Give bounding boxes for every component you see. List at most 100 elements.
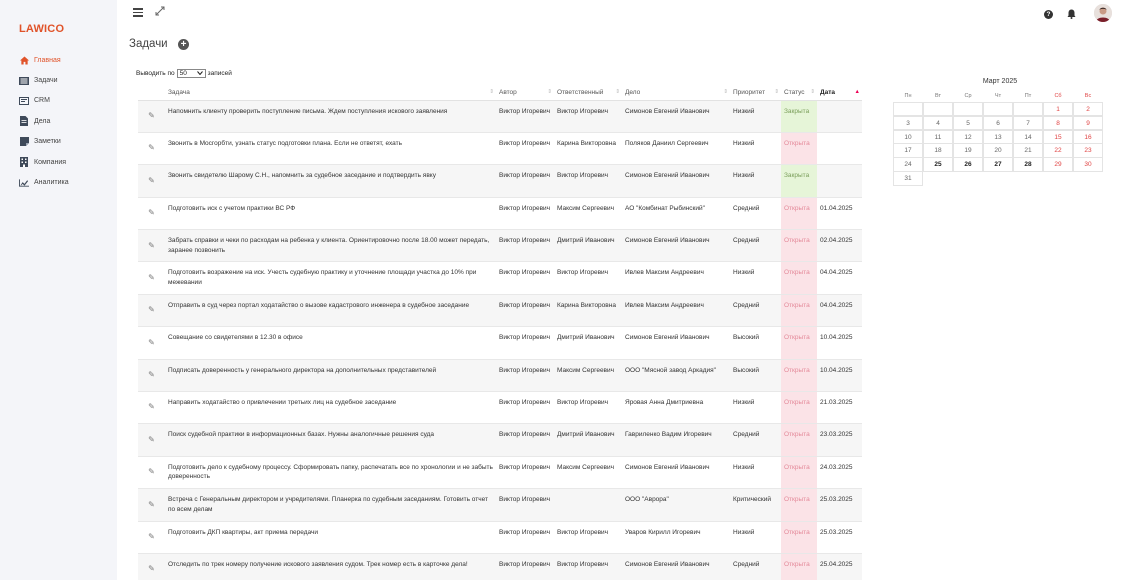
calendar-day[interactable]: 27: [982, 157, 1014, 172]
bell-icon[interactable]: [1067, 9, 1076, 22]
calendar-day[interactable]: 10: [892, 129, 924, 144]
pencil-icon[interactable]: ✎: [148, 338, 155, 348]
add-task-icon[interactable]: +: [178, 39, 189, 50]
pencil-icon[interactable]: ✎: [148, 435, 155, 445]
column-header-case[interactable]: Дело ⇕: [622, 86, 730, 101]
cell-author: Виктор Игоревич: [496, 391, 554, 425]
calendar-day[interactable]: 28: [1012, 157, 1044, 172]
pencil-icon[interactable]: ✎: [148, 176, 155, 186]
calendar-day[interactable]: 30: [1072, 157, 1104, 172]
column-header-task[interactable]: Задача ⇕: [165, 86, 496, 101]
edit-cell[interactable]: ✎: [138, 521, 165, 554]
edit-cell[interactable]: ✎: [138, 326, 165, 360]
column-header-date[interactable]: Дата ▲: [817, 86, 862, 101]
table-row[interactable]: ✎ Отправить в суд через портал ходатайств…: [138, 294, 862, 328]
calendar-day[interactable]: 8: [1042, 115, 1074, 131]
edit-cell[interactable]: ✎: [138, 100, 165, 133]
pencil-icon[interactable]: ✎: [148, 564, 155, 574]
pencil-icon[interactable]: ✎: [148, 208, 155, 218]
calendar-day[interactable]: 12: [952, 129, 984, 144]
calendar-day[interactable]: 25: [922, 157, 954, 172]
table-row[interactable]: ✎ Подготовить ДКП квартиры, акт приема пе…: [138, 521, 862, 554]
calendar-day[interactable]: 15: [1042, 129, 1074, 144]
pencil-icon[interactable]: ✎: [148, 111, 155, 121]
table-row[interactable]: ✎ Звонить свидетелю Шарому С.Н., напомнит…: [138, 164, 862, 198]
pencil-icon[interactable]: ✎: [148, 402, 155, 412]
table-row[interactable]: ✎ Забрать справки и чеки по расходам на р…: [138, 229, 862, 263]
calendar-day[interactable]: 31: [892, 171, 924, 186]
table-row[interactable]: ✎ Напомнить клиенту проверить поступление…: [138, 100, 862, 133]
table-row[interactable]: ✎ Подготовить иск с учетом практики ВС РФ…: [138, 197, 862, 231]
sidebar-item-analytics[interactable]: Аналитика: [19, 172, 69, 192]
pencil-icon[interactable]: ✎: [148, 273, 155, 283]
sidebar-item-company[interactable]: Компания: [19, 152, 69, 172]
sidebar-item-crm[interactable]: CRM: [19, 91, 69, 111]
sidebar-item-cases[interactable]: Дела: [19, 111, 69, 131]
app-logo[interactable]: LAWICO: [19, 23, 64, 35]
table-row[interactable]: ✎ Поиск судебной практики в информационны…: [138, 423, 862, 457]
calendar-day[interactable]: 18: [922, 143, 954, 158]
edit-cell[interactable]: ✎: [138, 456, 165, 490]
calendar-day[interactable]: 9: [1072, 115, 1104, 131]
calendar-day[interactable]: 4: [922, 115, 954, 131]
calendar-day[interactable]: 14: [1012, 129, 1044, 144]
help-icon[interactable]: ?: [1044, 10, 1053, 19]
column-header-status[interactable]: Статус ⇕: [781, 86, 817, 101]
calendar-day[interactable]: 20: [982, 143, 1014, 158]
sidebar-item-notes[interactable]: Заметки: [19, 132, 69, 152]
pencil-icon[interactable]: ✎: [148, 500, 155, 510]
column-header-priority[interactable]: Приоритет ⇕: [730, 86, 781, 101]
calendar-day[interactable]: 19: [952, 143, 984, 158]
avatar[interactable]: [1094, 4, 1112, 22]
calendar-day[interactable]: 2: [1072, 101, 1104, 117]
calendar-day[interactable]: 13: [982, 129, 1014, 144]
calendar-day[interactable]: 7: [1012, 115, 1044, 131]
calendar-day[interactable]: 29: [1042, 157, 1074, 172]
edit-cell[interactable]: ✎: [138, 553, 165, 580]
table-row[interactable]: ✎ Подготовить возражение на иск. Учесть с…: [138, 261, 862, 295]
pencil-icon[interactable]: ✎: [148, 370, 155, 380]
edit-cell[interactable]: ✎: [138, 359, 165, 393]
edit-cell[interactable]: ✎: [138, 391, 165, 425]
edit-cell[interactable]: ✎: [138, 294, 165, 328]
cell-case: Яровая Анна Дмитриевна: [622, 391, 730, 425]
calendar-day[interactable]: 16: [1072, 129, 1104, 144]
calendar-day[interactable]: 6: [982, 115, 1014, 131]
table-row[interactable]: ✎ Совещание со свидетелями в 12.30 в офис…: [138, 326, 862, 360]
edit-cell[interactable]: ✎: [138, 197, 165, 231]
pencil-icon[interactable]: ✎: [148, 143, 155, 153]
pencil-icon[interactable]: ✎: [148, 532, 155, 542]
edit-cell[interactable]: ✎: [138, 229, 165, 263]
sidebar-item-tasks[interactable]: Задачи: [19, 70, 69, 90]
pencil-icon[interactable]: ✎: [148, 305, 155, 315]
table-row[interactable]: ✎ Подписать доверенность у генерального д…: [138, 359, 862, 393]
column-header-author[interactable]: Автор ⇕: [496, 86, 554, 101]
calendar-day[interactable]: 26: [952, 157, 984, 172]
calendar-day[interactable]: 1: [1042, 101, 1074, 117]
sidebar-item-home[interactable]: Главная: [19, 50, 69, 70]
edit-cell[interactable]: ✎: [138, 261, 165, 295]
calendar-day[interactable]: 17: [892, 143, 924, 158]
edit-cell[interactable]: ✎: [138, 132, 165, 166]
expand-icon[interactable]: [155, 6, 165, 19]
table-row[interactable]: ✎ Звонить в Мосгорбти, узнать статус подг…: [138, 132, 862, 166]
column-header-responsible[interactable]: Ответственный ⇕: [554, 86, 622, 101]
calendar-day[interactable]: 21: [1012, 143, 1044, 158]
pencil-icon[interactable]: ✎: [148, 241, 155, 251]
table-row[interactable]: ✎ Направить ходатайство о привлечении тре…: [138, 391, 862, 425]
table-row[interactable]: ✎ Встреча с Генеральным директором и учре…: [138, 488, 862, 522]
edit-cell[interactable]: ✎: [138, 164, 165, 198]
pencil-icon[interactable]: ✎: [148, 467, 155, 477]
table-row[interactable]: ✎ Подготовить дело к судебному процессу. …: [138, 456, 862, 490]
edit-cell[interactable]: ✎: [138, 423, 165, 457]
calendar-day[interactable]: 11: [922, 129, 954, 144]
calendar-day[interactable]: 3: [892, 115, 924, 131]
table-row[interactable]: ✎ Отследить по трек номеру получение иско…: [138, 553, 862, 580]
calendar-day[interactable]: 22: [1042, 143, 1074, 158]
calendar-day[interactable]: 24: [892, 157, 924, 172]
edit-cell[interactable]: ✎: [138, 488, 165, 522]
menu-toggle-icon[interactable]: [133, 8, 143, 19]
calendar-day[interactable]: 23: [1072, 143, 1104, 158]
entries-select[interactable]: 50: [176, 69, 206, 78]
calendar-day[interactable]: 5: [952, 115, 984, 131]
